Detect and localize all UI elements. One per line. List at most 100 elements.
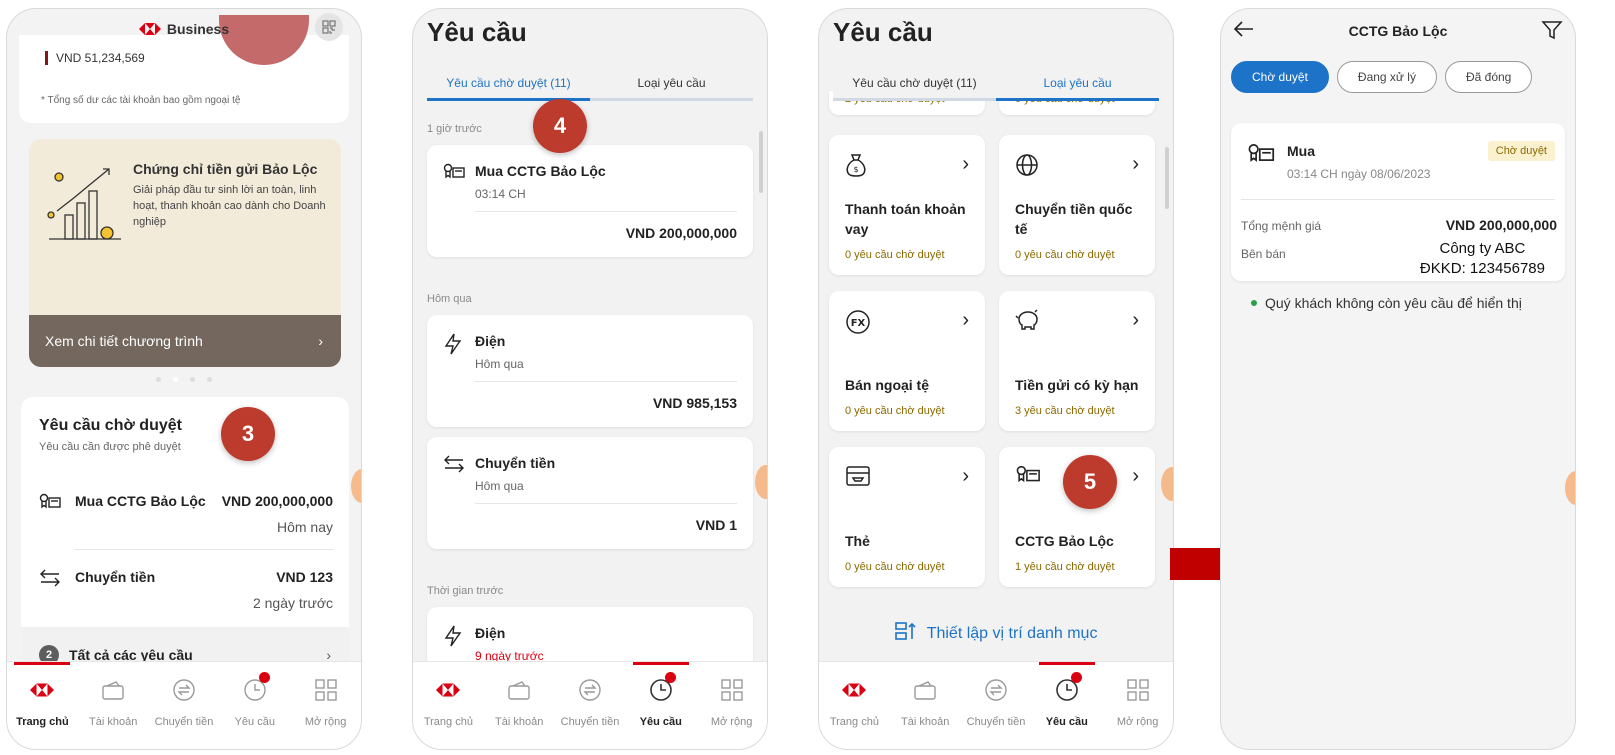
category-name: CCTG Bảo Lộc <box>1015 533 1114 549</box>
tab-request-types[interactable]: Loại yêu cầu <box>590 69 753 98</box>
certificate-icon <box>1248 143 1275 162</box>
scrollbar[interactable] <box>1165 147 1169 209</box>
request-tabs: Yêu cầu chờ duyệt (11) Loại yêu cầu <box>427 69 753 101</box>
transfer-circle-icon <box>173 679 195 701</box>
request-date: 03:14 CH ngày 08/06/2023 <box>1287 167 1431 181</box>
category-card[interactable]: › Tiền gửi có kỳ hạn 3 yêu cầu chờ duyệt <box>999 291 1155 431</box>
tab-request-types[interactable]: Loại yêu cầu <box>996 69 1159 101</box>
carousel-dot-active[interactable] <box>173 377 178 382</box>
filter-icon[interactable] <box>1541 19 1563 41</box>
piggy-bank-icon <box>1015 309 1038 330</box>
category-card[interactable]: FX › Bán ngoại tệ 0 yêu cầu chờ duyệt <box>829 291 985 431</box>
nav-more[interactable]: Mở rộng <box>1102 662 1173 749</box>
nav-accounts[interactable]: Tài khoản <box>484 662 555 749</box>
nav-transfer[interactable]: Chuyển tiền <box>961 662 1032 749</box>
nav-label: Mở rộng <box>1116 716 1159 728</box>
request-tabs: Yêu cầu chờ duyệt (11) Loại yêu cầu <box>833 69 1159 101</box>
empty-note-text: Quý khách không còn yêu cầu để hiển thị <box>1265 295 1522 311</box>
pending-request-row[interactable]: Chuyển tiền VND 123 2 ngày trước <box>39 569 333 617</box>
carousel-dots <box>7 377 361 382</box>
grid-icon <box>1126 679 1149 701</box>
category-count: 1 yêu cầu chờ duyệt <box>1015 561 1115 573</box>
category-count: 3 yêu cầu chờ duyệt <box>1015 405 1115 417</box>
grid-icon <box>314 679 337 701</box>
transfer-arrows-icon <box>444 455 464 473</box>
nav-requests[interactable]: Yêu cầu <box>219 662 290 749</box>
qr-scan-button[interactable] <box>315 13 343 41</box>
nav-more[interactable]: Mở rộng <box>696 662 767 749</box>
certificate-icon <box>1016 465 1040 483</box>
chip-pending[interactable]: Chờ duyệt <box>1231 61 1329 93</box>
request-time: Hôm qua <box>475 479 524 493</box>
empty-list-note: Quý khách không còn yêu cầu để hiển thị <box>1251 295 1522 311</box>
divider <box>75 549 333 550</box>
nav-label: Trang chủ <box>16 716 69 728</box>
chevron-right-icon: › <box>962 309 969 331</box>
carousel-dot[interactable] <box>156 377 161 382</box>
request-amount: VND 123 <box>276 569 333 585</box>
chip-closed[interactable]: Đã đóng <box>1444 61 1533 93</box>
nav-requests[interactable]: Yêu cầu <box>1031 662 1102 749</box>
reorder-icon <box>894 622 916 640</box>
nav-more[interactable]: Mở rộng <box>290 662 361 749</box>
nav-accounts[interactable]: Tài khoản <box>78 662 149 749</box>
nav-label: Tài khoản <box>89 716 138 728</box>
fx-icon: FX <box>846 310 870 334</box>
promo-details-link[interactable]: Xem chi tiết chương trình › <box>29 315 341 367</box>
category-count: 0 yêu cầu chờ duyệt <box>1015 249 1115 261</box>
category-setup-link[interactable]: Thiết lập vị trí danh mục <box>819 621 1173 643</box>
divider <box>475 381 737 382</box>
bottom-nav: Trang chủ Tài khoản Chuyển tiền Yêu cầu … <box>819 661 1173 749</box>
category-name: Thẻ <box>845 533 870 549</box>
carousel-dot[interactable] <box>190 377 195 382</box>
pending-request-row[interactable]: Mua CCTG Bảo Lộc VND 200,000,000 Hôm nay <box>39 493 333 541</box>
nav-requests[interactable]: Yêu cầu <box>625 662 696 749</box>
seller-info: Công ty ABC ĐKKD: 123456789 <box>1419 239 1545 278</box>
chevron-right-icon: › <box>962 153 969 175</box>
carousel-dot[interactable] <box>207 377 212 382</box>
status-badge: Chờ duyệt <box>1487 141 1555 161</box>
category-name: Bán ngoại tệ <box>845 377 930 393</box>
category-card[interactable]: $ › Thanh toán khoản vay 0 yêu cầu chờ d… <box>829 135 985 275</box>
category-card[interactable]: › Chuyển tiền quốc tế 0 yêu cầu chờ duyệ… <box>999 135 1155 275</box>
seller-name: Công ty ABC <box>1439 240 1526 257</box>
nav-transfer[interactable]: Chuyển tiền <box>555 662 626 749</box>
transfer-circle-icon <box>985 679 1007 701</box>
scrollbar[interactable] <box>759 131 763 193</box>
page-title: Yêu cầu <box>427 17 527 47</box>
floating-handle[interactable] <box>755 465 767 499</box>
floating-handle[interactable] <box>351 469 361 503</box>
nav-transfer[interactable]: Chuyển tiền <box>149 662 220 749</box>
request-card[interactable]: Điện Hôm qua VND 985,153 <box>427 315 753 427</box>
tab-pending[interactable]: Yêu cầu chờ duyệt (11) <box>427 69 590 101</box>
floating-handle[interactable] <box>1161 467 1173 501</box>
category-count: 0 yêu cầu chờ duyệt <box>845 249 945 261</box>
nav-accounts[interactable]: Tài khoản <box>890 662 961 749</box>
group-label: 1 giờ trước <box>427 123 482 135</box>
category-setup-label: Thiết lập vị trí danh mục <box>926 625 1098 642</box>
transfer-arrows-icon <box>40 569 60 587</box>
nav-home[interactable]: Trang chủ <box>413 662 484 749</box>
wallet-icon <box>508 681 530 700</box>
chip-processing[interactable]: Đang xử lý <box>1336 61 1437 93</box>
promo-banner[interactable]: Chứng chỉ tiền gửi Bảo Lộc Giải pháp đầu… <box>29 139 341 367</box>
request-detail-card[interactable]: Mua 03:14 CH ngày 08/06/2023 Chờ duyệt T… <box>1231 123 1565 281</box>
chevron-right-icon: › <box>1132 309 1139 331</box>
back-arrow-icon[interactable] <box>1233 19 1255 39</box>
category-card[interactable]: › Thẻ 0 yêu cầu chờ duyệt <box>829 447 985 587</box>
pending-requests-subtitle: Yêu cầu cần được phê duyệt <box>39 441 181 453</box>
request-card[interactable]: Chuyển tiền Hôm qua VND 1 <box>427 437 753 549</box>
step-badge: 4 <box>533 99 587 153</box>
divider <box>475 211 737 212</box>
nav-home[interactable]: Trang chủ <box>7 662 78 749</box>
request-when: Hôm nay <box>276 519 333 535</box>
page-title: CCTG Bảo Lộc <box>1348 23 1448 39</box>
nav-label: Yêu cầu <box>1045 716 1088 728</box>
nav-label: Yêu cầu <box>234 716 275 728</box>
promo-title: Chứng chỉ tiền gửi Bảo Lộc <box>133 161 318 177</box>
floating-handle[interactable] <box>1565 471 1575 505</box>
tab-pending[interactable]: Yêu cầu chờ duyệt (11) <box>833 69 996 98</box>
nav-home[interactable]: Trang chủ <box>819 662 890 749</box>
request-card[interactable]: Mua CCTG Bảo Lộc 03:14 CH VND 200,000,00… <box>427 145 753 257</box>
lightning-icon <box>444 333 462 355</box>
